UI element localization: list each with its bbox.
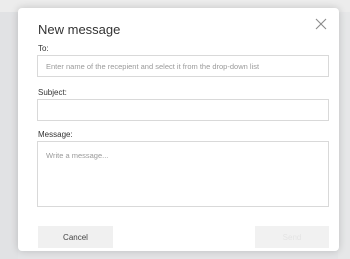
message-label: Message: (38, 130, 73, 139)
new-message-dialog: New message To: Subject: Message: Cancel… (18, 8, 339, 251)
recipient-input[interactable] (37, 55, 329, 77)
close-button[interactable] (314, 17, 328, 31)
dialog-title: New message (38, 22, 121, 37)
message-textarea[interactable] (37, 141, 329, 207)
cancel-button[interactable]: Cancel (38, 226, 113, 248)
send-button[interactable]: Send (255, 226, 329, 248)
backdrop-right (338, 12, 350, 259)
subject-input[interactable] (37, 99, 329, 121)
to-label: To: (38, 44, 49, 53)
close-icon (315, 18, 327, 30)
subject-label: Subject: (38, 88, 67, 97)
backdrop-left (0, 12, 18, 259)
